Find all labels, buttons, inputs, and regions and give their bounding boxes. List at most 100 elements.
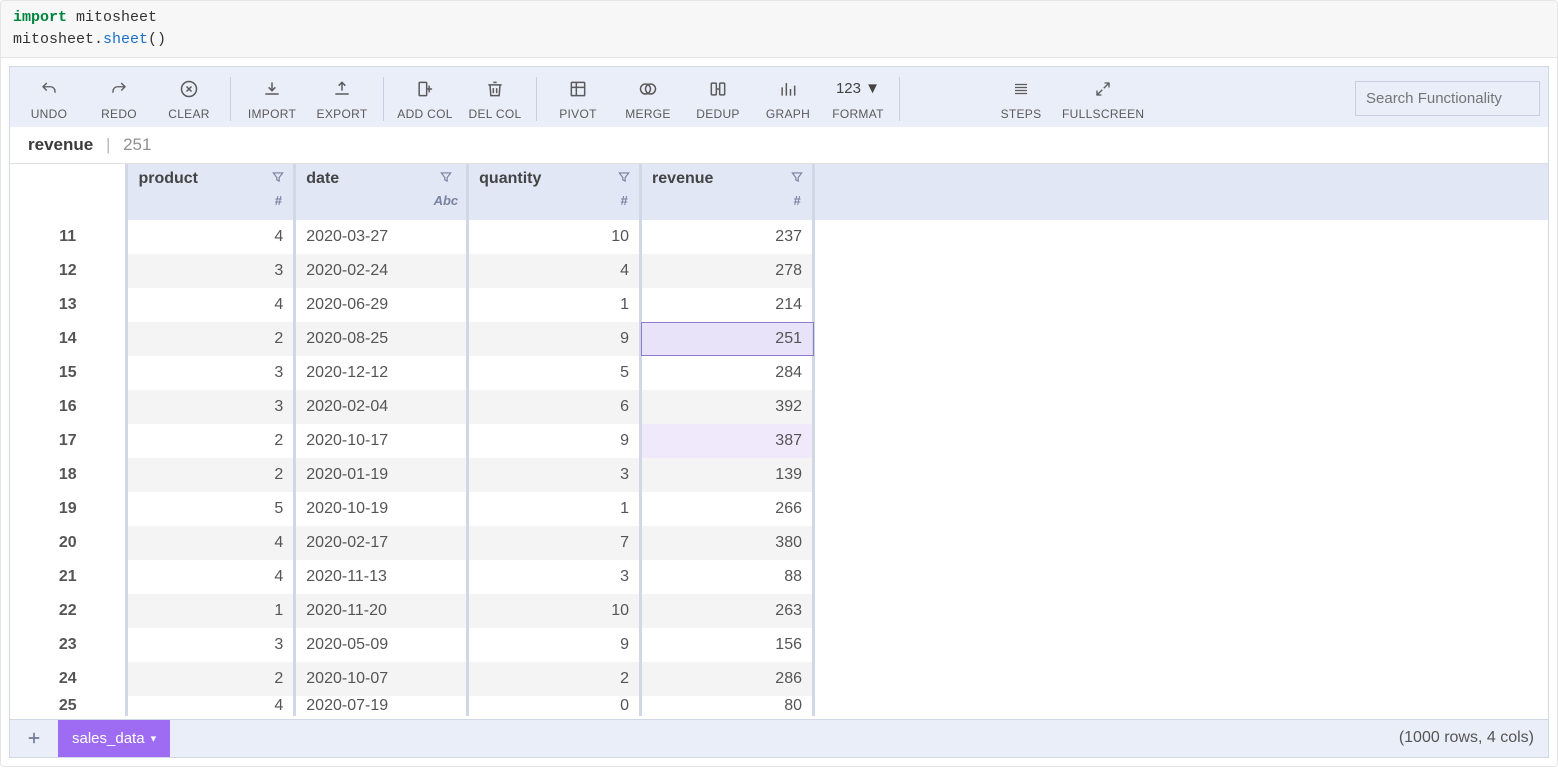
pivot-button[interactable]: PIVOT bbox=[543, 73, 613, 125]
cell[interactable]: 2020-10-07 bbox=[295, 662, 468, 696]
cell[interactable]: 4 bbox=[127, 696, 295, 716]
cell[interactable]: 9 bbox=[468, 322, 641, 356]
cell[interactable]: 2020-11-20 bbox=[295, 594, 468, 628]
row-index[interactable]: 15 bbox=[10, 356, 127, 390]
cell[interactable]: 5 bbox=[127, 492, 295, 526]
cell[interactable]: 80 bbox=[641, 696, 814, 716]
row-index[interactable]: 13 bbox=[10, 288, 127, 322]
cell[interactable]: 4 bbox=[127, 220, 295, 254]
cell[interactable]: 9 bbox=[468, 424, 641, 458]
cell[interactable]: 5 bbox=[468, 356, 641, 390]
row-index[interactable]: 18 bbox=[10, 458, 127, 492]
search-input[interactable] bbox=[1355, 81, 1540, 116]
cell[interactable]: 10 bbox=[468, 220, 641, 254]
cell[interactable]: 2020-06-29 bbox=[295, 288, 468, 322]
filter-icon[interactable] bbox=[271, 170, 285, 187]
cell[interactable]: 156 bbox=[641, 628, 814, 662]
row-index[interactable]: 21 bbox=[10, 560, 127, 594]
cell[interactable]: 2 bbox=[127, 424, 295, 458]
cell[interactable]: 4 bbox=[127, 526, 295, 560]
cell[interactable]: 237 bbox=[641, 220, 814, 254]
cell[interactable]: 3 bbox=[127, 356, 295, 390]
cell[interactable]: 1 bbox=[468, 288, 641, 322]
add-sheet-button[interactable] bbox=[10, 720, 58, 757]
export-button[interactable]: EXPORT bbox=[307, 73, 377, 125]
steps-button[interactable]: STEPS bbox=[986, 73, 1056, 125]
cell[interactable]: 278 bbox=[641, 254, 814, 288]
format-button[interactable]: 123 ▼ FORMAT bbox=[823, 73, 893, 125]
cell[interactable]: 2 bbox=[468, 662, 641, 696]
cell[interactable]: 3 bbox=[468, 560, 641, 594]
filter-icon[interactable] bbox=[790, 170, 804, 187]
cell[interactable]: 3 bbox=[127, 254, 295, 288]
cell[interactable]: 4 bbox=[468, 254, 641, 288]
column-header-date[interactable]: dateAbc bbox=[295, 164, 468, 220]
column-header-quantity[interactable]: quantity# bbox=[468, 164, 641, 220]
row-index[interactable]: 19 bbox=[10, 492, 127, 526]
cell[interactable]: 4 bbox=[127, 288, 295, 322]
import-button[interactable]: IMPORT bbox=[237, 73, 307, 125]
cell[interactable]: 284 bbox=[641, 356, 814, 390]
add-col-button[interactable]: ADD COL bbox=[390, 73, 460, 125]
cell[interactable]: 2020-11-13 bbox=[295, 560, 468, 594]
cell[interactable]: 214 bbox=[641, 288, 814, 322]
row-index[interactable]: 22 bbox=[10, 594, 127, 628]
cell[interactable]: 1 bbox=[127, 594, 295, 628]
row-index[interactable]: 16 bbox=[10, 390, 127, 424]
cell[interactable]: 9 bbox=[468, 628, 641, 662]
cell[interactable]: 2020-10-17 bbox=[295, 424, 468, 458]
redo-button[interactable]: REDO bbox=[84, 73, 154, 125]
cell[interactable]: 380 bbox=[641, 526, 814, 560]
cell[interactable]: 2020-02-24 bbox=[295, 254, 468, 288]
row-index[interactable]: 24 bbox=[10, 662, 127, 696]
cell[interactable]: 3 bbox=[127, 390, 295, 424]
code-cell[interactable]: import mitosheet mitosheet.sheet() bbox=[1, 1, 1557, 58]
cell[interactable]: 251 bbox=[641, 322, 814, 356]
cell[interactable]: 2020-01-19 bbox=[295, 458, 468, 492]
cell[interactable]: 2020-03-27 bbox=[295, 220, 468, 254]
cell[interactable]: 2020-02-04 bbox=[295, 390, 468, 424]
dedup-button[interactable]: DEDUP bbox=[683, 73, 753, 125]
cell[interactable]: 2020-05-09 bbox=[295, 628, 468, 662]
row-index[interactable]: 14 bbox=[10, 322, 127, 356]
cell[interactable]: 266 bbox=[641, 492, 814, 526]
graph-button[interactable]: GRAPH bbox=[753, 73, 823, 125]
row-index[interactable]: 20 bbox=[10, 526, 127, 560]
column-header-revenue[interactable]: revenue# bbox=[641, 164, 814, 220]
formula-bar[interactable]: revenue | 251 bbox=[10, 127, 1548, 164]
cell[interactable]: 7 bbox=[468, 526, 641, 560]
cell[interactable]: 387 bbox=[641, 424, 814, 458]
merge-button[interactable]: MERGE bbox=[613, 73, 683, 125]
row-index[interactable]: 17 bbox=[10, 424, 127, 458]
cell[interactable]: 10 bbox=[468, 594, 641, 628]
cell[interactable]: 0 bbox=[468, 696, 641, 716]
cell[interactable]: 3 bbox=[127, 628, 295, 662]
filter-icon[interactable] bbox=[617, 170, 631, 187]
cell[interactable]: 2 bbox=[127, 322, 295, 356]
clear-button[interactable]: CLEAR bbox=[154, 73, 224, 125]
undo-button[interactable]: UNDO bbox=[14, 73, 84, 125]
row-index[interactable]: 23 bbox=[10, 628, 127, 662]
cell[interactable]: 3 bbox=[468, 458, 641, 492]
cell[interactable]: 2 bbox=[127, 458, 295, 492]
cell[interactable]: 4 bbox=[127, 560, 295, 594]
row-index[interactable]: 11 bbox=[10, 220, 127, 254]
cell[interactable]: 263 bbox=[641, 594, 814, 628]
cell[interactable]: 392 bbox=[641, 390, 814, 424]
cell[interactable]: 2020-08-25 bbox=[295, 322, 468, 356]
del-col-button[interactable]: DEL COL bbox=[460, 73, 530, 125]
column-header-product[interactable]: product# bbox=[127, 164, 295, 220]
filter-icon[interactable] bbox=[439, 170, 453, 187]
cell[interactable]: 2020-12-12 bbox=[295, 356, 468, 390]
sheet-tab[interactable]: sales_data ▾ bbox=[58, 720, 170, 757]
row-index[interactable]: 25 bbox=[10, 696, 127, 716]
cell[interactable]: 6 bbox=[468, 390, 641, 424]
cell[interactable]: 2020-10-19 bbox=[295, 492, 468, 526]
cell[interactable]: 88 bbox=[641, 560, 814, 594]
cell[interactable]: 139 bbox=[641, 458, 814, 492]
fullscreen-button[interactable]: FULLSCREEN bbox=[1056, 73, 1150, 125]
cell[interactable]: 1 bbox=[468, 492, 641, 526]
cell[interactable]: 2020-02-17 bbox=[295, 526, 468, 560]
cell[interactable]: 2020-07-19 bbox=[295, 696, 468, 716]
cell[interactable]: 286 bbox=[641, 662, 814, 696]
